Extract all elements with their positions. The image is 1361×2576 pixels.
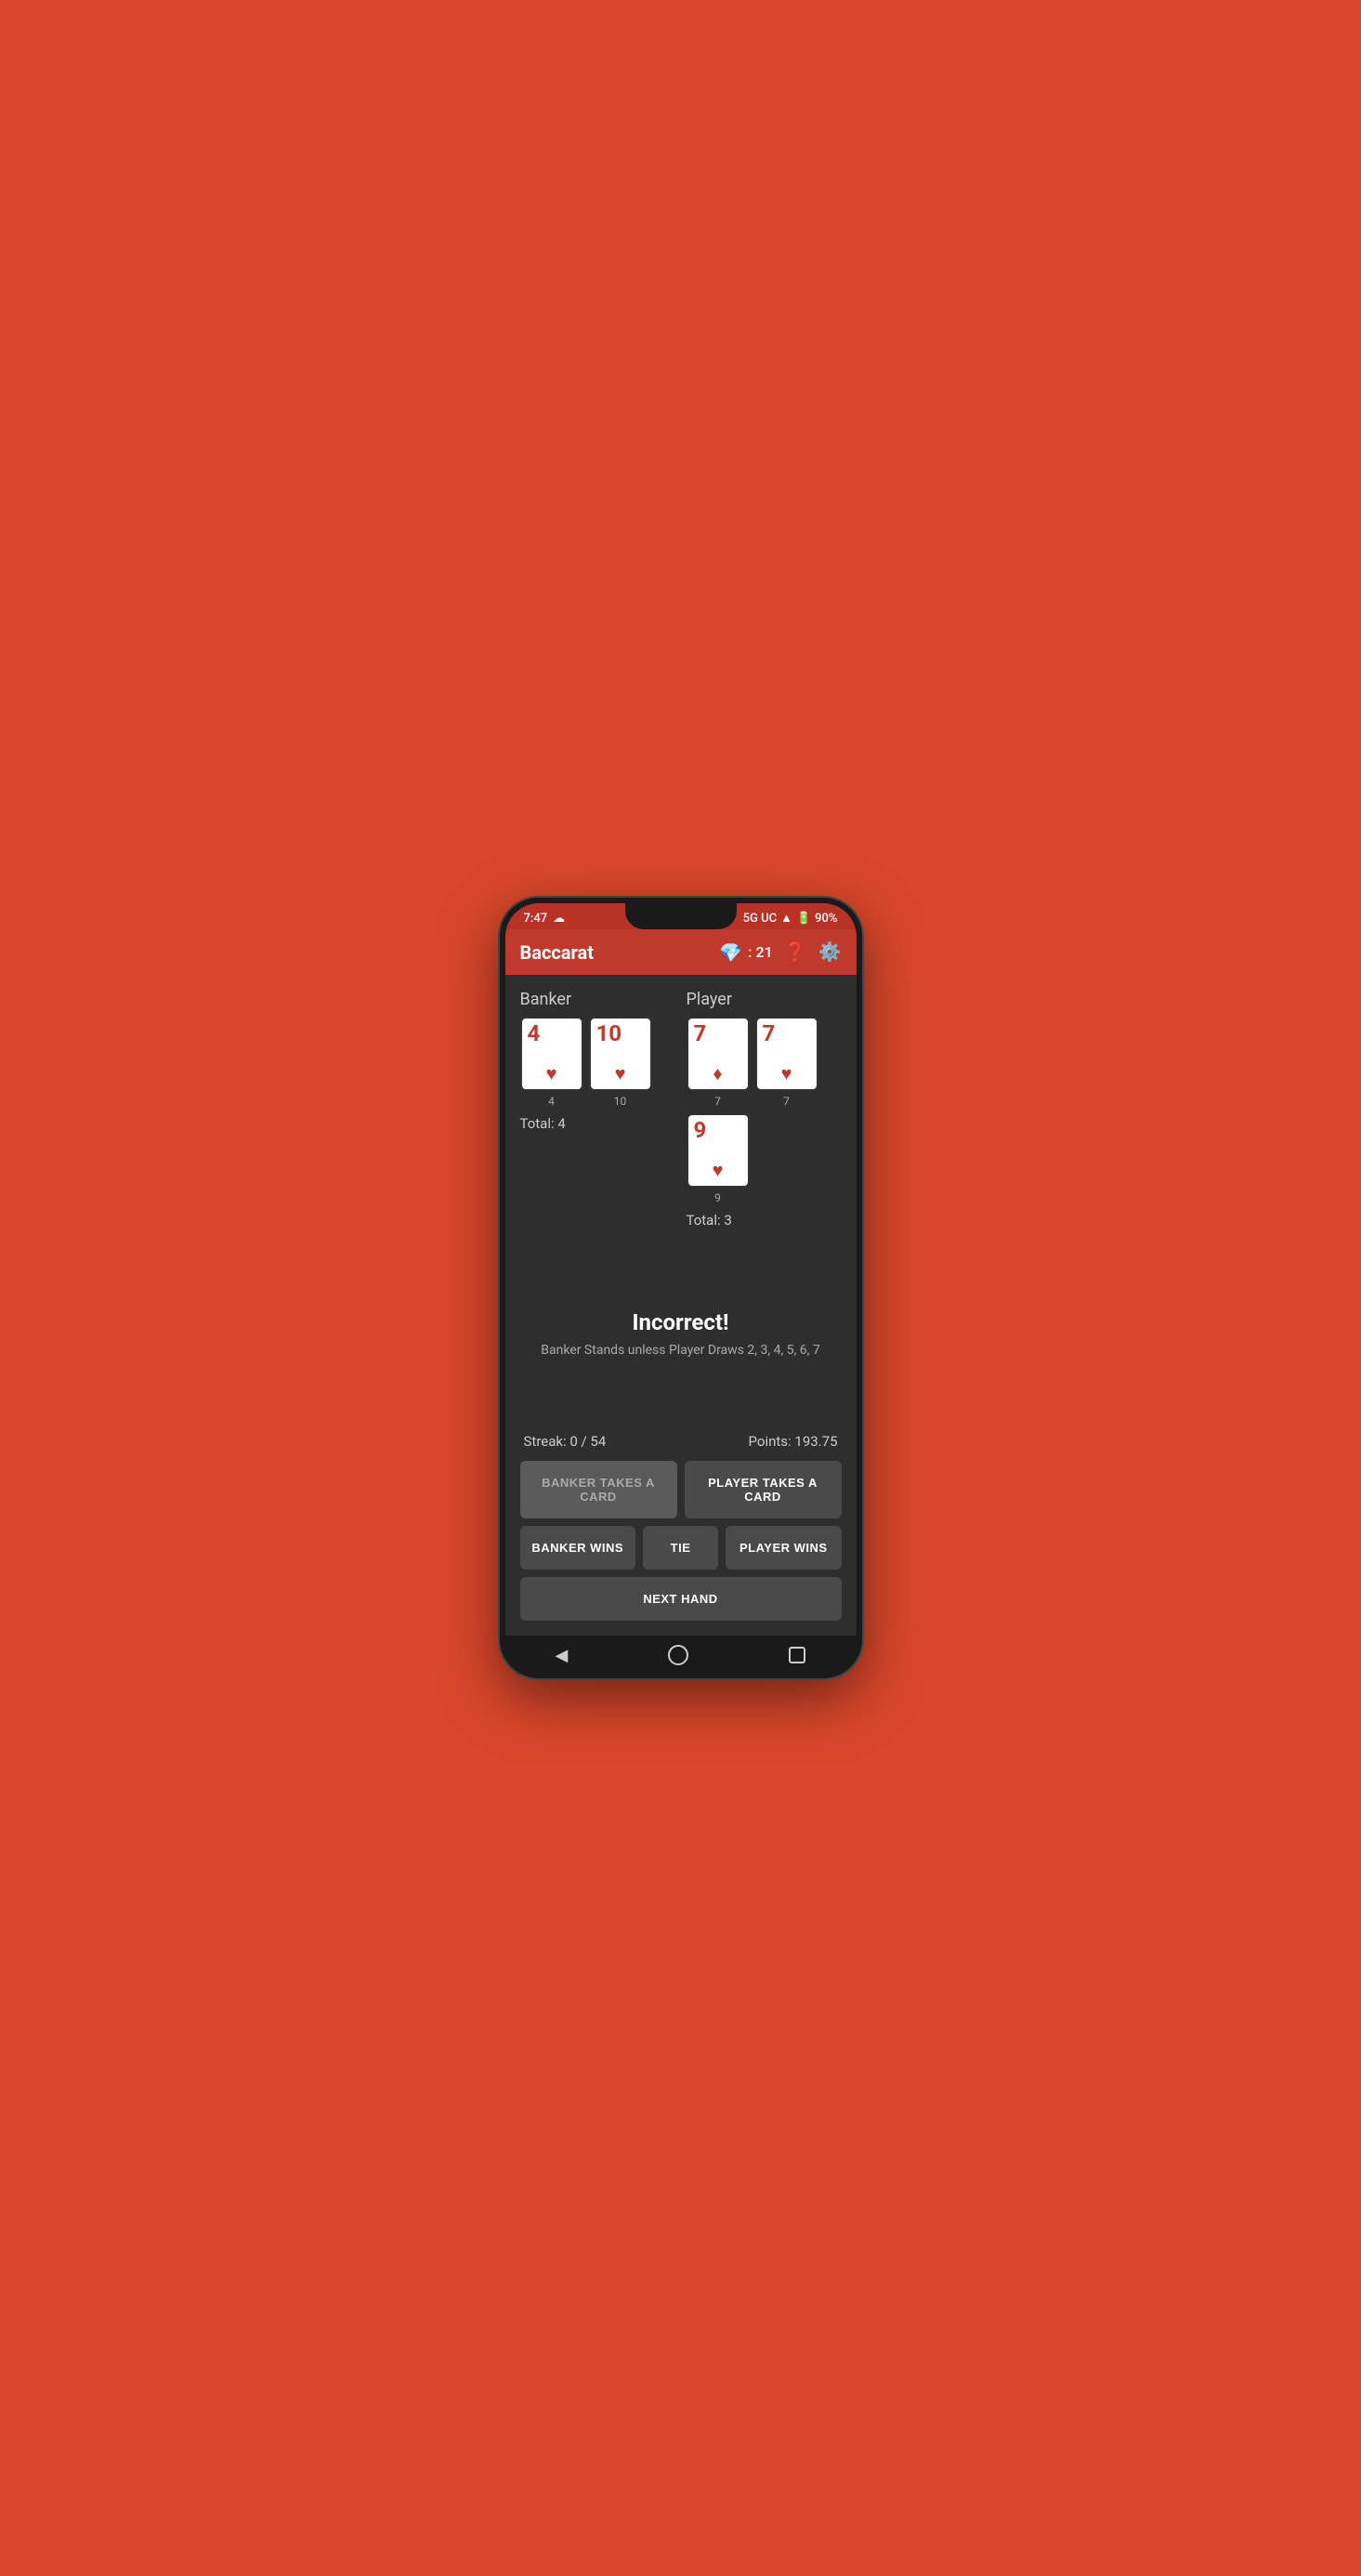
status-right: 5G UC ▲ 🔋 90% — [743, 911, 838, 926]
player-card-3: 9 ♥ 9 — [687, 1113, 750, 1204]
battery-icon: 🔋 — [796, 912, 811, 926]
app-bar-right: 💎 : 21 ❓ ⚙️ — [719, 940, 841, 964]
status-time: 7:47 — [524, 912, 548, 926]
battery-label: 90% — [815, 912, 837, 926]
points-label: Points: 193.75 — [749, 1433, 838, 1450]
settings-button[interactable]: ⚙️ — [818, 940, 842, 964]
notch — [625, 903, 737, 929]
status-left: 7:47 ☁ — [524, 912, 566, 926]
cloud-icon: ☁ — [553, 912, 565, 926]
feedback-section: Incorrect! Banker Stands unless Player D… — [520, 1243, 842, 1433]
app-bar: Baccarat 💎 : 21 ❓ ⚙️ — [505, 929, 857, 975]
banker-total: Total: 4 — [520, 1115, 675, 1132]
bottom-nav: ◀ — [505, 1636, 857, 1673]
player-section: Player 7 ♦ 7 7 ♥ 7 — [687, 990, 842, 1229]
gem-score-value: : 21 — [748, 943, 772, 961]
banker-card-2: 10 ♥ 10 — [589, 1017, 652, 1108]
gem-icon: 💎 — [719, 941, 742, 964]
next-hand-button[interactable]: NEXT HAND — [520, 1577, 842, 1621]
signal-icon: ▲ — [780, 911, 792, 926]
player-cards: 7 ♦ 7 7 ♥ 7 9 — [687, 1017, 842, 1204]
recents-button[interactable] — [789, 1647, 805, 1663]
player-total: Total: 3 — [687, 1212, 842, 1229]
banker-section: Banker 4 ♥ 4 10 ♥ 10 — [520, 990, 675, 1229]
banker-card-value-2: 10 ♥ — [589, 1017, 652, 1091]
network-label: 5G UC — [743, 912, 777, 926]
stats-row: Streak: 0 / 54 Points: 193.75 — [520, 1433, 842, 1450]
banker-card-1: 4 ♥ 4 — [520, 1017, 583, 1108]
help-icon: ❓ — [784, 942, 807, 963]
banker-label: Banker — [520, 990, 675, 1009]
gem-score: 💎 : 21 — [719, 941, 772, 964]
main-content: Banker 4 ♥ 4 10 ♥ 10 — [505, 975, 857, 1636]
streak-label: Streak: 0 / 54 — [524, 1433, 607, 1450]
home-button[interactable] — [668, 1645, 688, 1665]
tie-button[interactable]: TIE — [643, 1526, 718, 1570]
player-card-1: 7 ♦ 7 — [687, 1017, 750, 1108]
player-wins-button[interactable]: PLAYER WINS — [726, 1526, 841, 1570]
top-btn-row: BANKER TAKES A CARD PLAYER TAKES A CARD — [520, 1461, 842, 1518]
buttons-section: BANKER TAKES A CARD PLAYER TAKES A CARD … — [520, 1461, 842, 1621]
help-button[interactable]: ❓ — [784, 940, 807, 964]
player-label: Player — [687, 990, 842, 1009]
back-button[interactable]: ◀ — [556, 1646, 569, 1665]
feedback-subtitle: Banker Stands unless Player Draws 2, 3, … — [541, 1343, 819, 1358]
hands-row: Banker 4 ♥ 4 10 ♥ 10 — [520, 990, 842, 1229]
bottom-btn-row: NEXT HAND — [520, 1577, 842, 1621]
player-card-2: 7 ♥ 7 — [755, 1017, 818, 1108]
banker-wins-button[interactable]: BANKER WINS — [520, 1526, 635, 1570]
phone-frame: 7:47 ☁ 5G UC ▲ 🔋 90% Baccarat 💎 : 21 ❓ ⚙… — [500, 898, 862, 1678]
banker-cards: 4 ♥ 4 10 ♥ 10 — [520, 1017, 675, 1108]
middle-btn-row: BANKER WINS TIE PLAYER WINS — [520, 1526, 842, 1570]
feedback-title: Incorrect! — [633, 1309, 729, 1335]
banker-takes-card-button[interactable]: BANKER TAKES A CARD — [520, 1461, 677, 1518]
banker-card-value-1: 4 ♥ — [520, 1017, 583, 1091]
gear-icon: ⚙️ — [818, 942, 842, 963]
player-takes-card-button[interactable]: PLAYER TAKES A CARD — [685, 1461, 842, 1518]
app-title: Baccarat — [520, 941, 594, 964]
